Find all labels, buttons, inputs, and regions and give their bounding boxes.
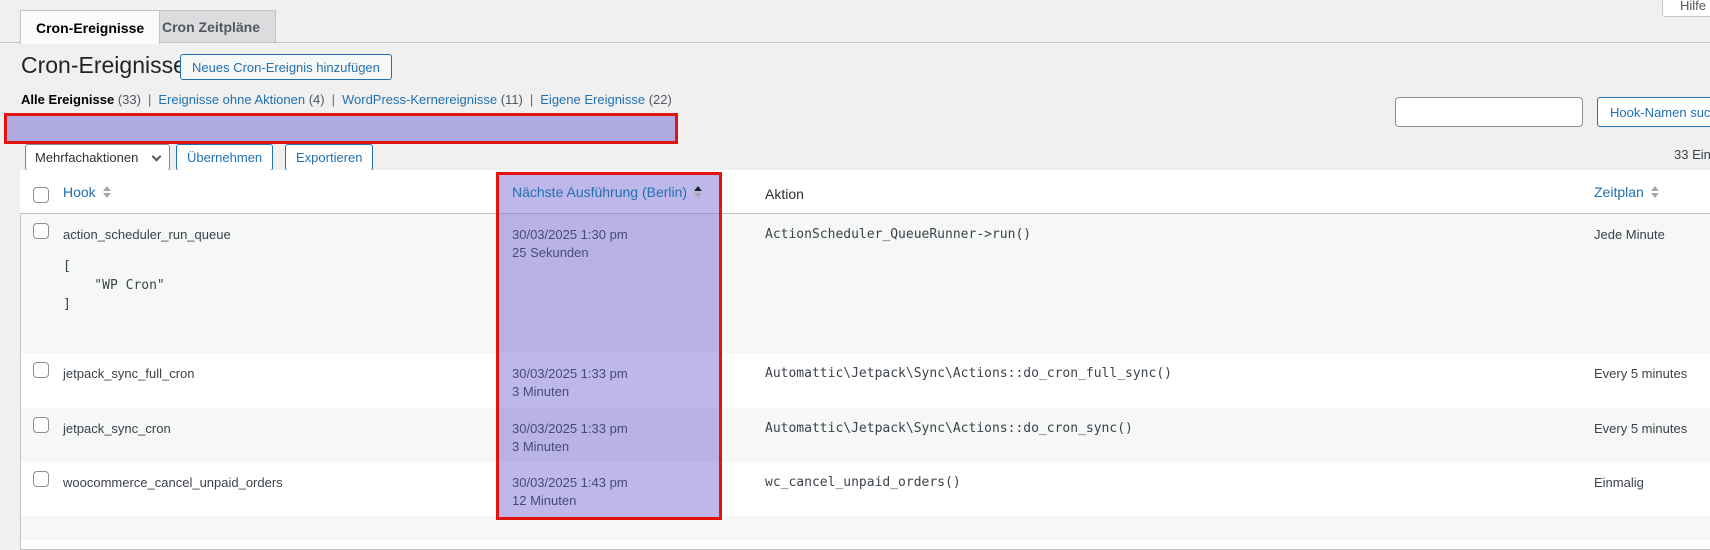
next-run-relative: 25 Sekunden <box>512 245 589 260</box>
row-checkbox[interactable] <box>33 471 49 487</box>
search-hooks-button[interactable]: Hook-Namen such <box>1597 97 1710 127</box>
table-row <box>21 516 1710 540</box>
apply-button[interactable]: Übernehmen <box>176 144 273 171</box>
row-checkbox[interactable] <box>33 223 49 239</box>
column-header-schedule[interactable]: Zeitplan <box>1594 184 1659 200</box>
highlight-annotation-bar <box>4 113 678 144</box>
select-all-checkbox[interactable] <box>33 187 49 203</box>
filter-all-events[interactable]: Alle Ereignisse (33) <box>21 92 158 107</box>
action-value: wc_cancel_unpaid_orders() <box>765 475 961 490</box>
next-run-date: 30/03/2025 1:33 pm <box>512 366 628 381</box>
column-header-next-run[interactable]: Nächste Ausführung (Berlin) <box>512 184 702 200</box>
event-args: [ "WP Cron" ] <box>63 257 165 314</box>
sort-icon <box>103 186 111 198</box>
bulk-actions-select[interactable]: Mehrfachaktionen <box>25 144 170 171</box>
sort-icon <box>1651 186 1659 198</box>
filter-core-events[interactable]: WordPress-Kernereignisse (11) <box>342 92 540 107</box>
action-value: Automattic\Jetpack\Sync\Actions::do_cron… <box>765 366 1172 381</box>
schedule-value: Einmalig <box>1594 475 1644 490</box>
table-row: jetpack_sync_cron 30/03/2025 1:33 pm 3 M… <box>21 408 1710 462</box>
next-run-date: 30/03/2025 1:30 pm <box>512 227 628 242</box>
table-header-row <box>20 170 1710 214</box>
tab-cron-events[interactable]: Cron-Ereignisse <box>20 10 160 44</box>
next-run-date: 30/03/2025 1:33 pm <box>512 421 628 436</box>
schedule-value: Every 5 minutes <box>1594 421 1687 436</box>
tab-cron-schedules[interactable]: Cron Zeitpläne <box>146 10 276 43</box>
action-value: ActionScheduler_QueueRunner->run() <box>765 227 1031 242</box>
table-row: action_scheduler_run_queue [ "WP Cron" ]… <box>21 214 1710 353</box>
sort-asc-icon <box>694 186 702 198</box>
hook-name: jetpack_sync_full_cron <box>63 366 195 381</box>
hook-name: action_scheduler_run_queue <box>63 227 231 242</box>
export-button[interactable]: Exportieren <box>285 144 373 171</box>
filter-custom-events[interactable]: Eigene Ereignisse (22) <box>540 92 672 107</box>
search-input[interactable] <box>1395 97 1583 127</box>
next-run-date: 30/03/2025 1:43 pm <box>512 475 628 490</box>
help-button[interactable]: Hilfe <box>1662 0 1710 17</box>
chevron-down-icon <box>152 151 162 161</box>
bulk-actions-label: Mehrfachaktionen <box>35 150 138 165</box>
filter-events-no-action[interactable]: Ereignisse ohne Aktionen (4) <box>158 92 342 107</box>
hook-name: jetpack_sync_cron <box>63 421 171 436</box>
table-row: woocommerce_cancel_unpaid_orders 30/03/2… <box>21 462 1710 516</box>
items-count: 33 Ein <box>1674 147 1710 162</box>
add-cron-event-button[interactable]: Neues Cron-Ereignis hinzufügen <box>180 54 392 80</box>
next-run-relative: 3 Minuten <box>512 439 569 454</box>
hook-name: woocommerce_cancel_unpaid_orders <box>63 475 283 490</box>
event-filters: Alle Ereignisse (33)Ereignisse ohne Akti… <box>21 92 672 107</box>
row-checkbox[interactable] <box>33 417 49 433</box>
next-run-relative: 12 Minuten <box>512 493 576 508</box>
row-checkbox[interactable] <box>33 362 49 378</box>
page-title: Cron-Ereignisse <box>21 51 186 80</box>
table-row: jetpack_sync_full_cron 30/03/2025 1:33 p… <box>21 353 1710 408</box>
next-run-relative: 3 Minuten <box>512 384 569 399</box>
action-value: Automattic\Jetpack\Sync\Actions::do_cron… <box>765 421 1133 436</box>
column-header-action: Aktion <box>765 186 804 202</box>
column-header-hook[interactable]: Hook <box>63 184 111 200</box>
schedule-value: Every 5 minutes <box>1594 366 1687 381</box>
schedule-value: Jede Minute <box>1594 227 1665 242</box>
